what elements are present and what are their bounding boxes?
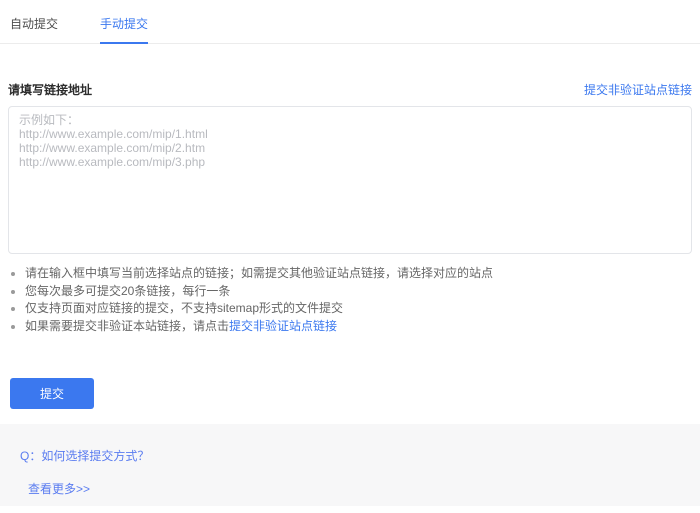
submit-unverified-site-link[interactable]: 提交非验证站点链接 <box>584 81 692 98</box>
note-text: 如果需要提交非验证本站链接，请点击 <box>25 319 229 333</box>
manual-submit-panel: 请填写链接地址 提交非验证站点链接 请在输入框中填写当前选择站点的链接；如需提交… <box>0 81 700 409</box>
tab-bar: 自动提交 手动提交 <box>0 0 700 44</box>
faq-box: Q：如何选择提交方式？ 查看更多>> <box>0 424 700 506</box>
faq-question[interactable]: Q：如何选择提交方式？ <box>20 447 680 464</box>
submit-unverified-site-inline-link[interactable]: 提交非验证站点链接 <box>229 319 337 333</box>
notes-list: 请在输入框中填写当前选择站点的链接；如需提交其他验证站点链接，请选择对应的站点 … <box>8 265 692 335</box>
submit-button[interactable]: 提交 <box>10 378 94 409</box>
link-address-label: 请填写链接地址 <box>8 81 92 98</box>
note-item: 您每次最多可提交20条链接，每行一条 <box>25 283 692 301</box>
links-textarea[interactable] <box>8 106 692 254</box>
tab-auto-submit[interactable]: 自动提交 <box>10 15 58 43</box>
form-header: 请填写链接地址 提交非验证站点链接 <box>8 81 692 98</box>
note-item: 请在输入框中填写当前选择站点的链接；如需提交其他验证站点链接，请选择对应的站点 <box>25 265 692 283</box>
note-item: 仅支持页面对应链接的提交，不支持sitemap形式的文件提交 <box>25 300 692 318</box>
tab-manual-submit[interactable]: 手动提交 <box>100 15 148 44</box>
view-more-link[interactable]: 查看更多>> <box>28 480 90 497</box>
note-item: 如果需要提交非验证本站链接，请点击提交非验证站点链接 <box>25 318 692 336</box>
